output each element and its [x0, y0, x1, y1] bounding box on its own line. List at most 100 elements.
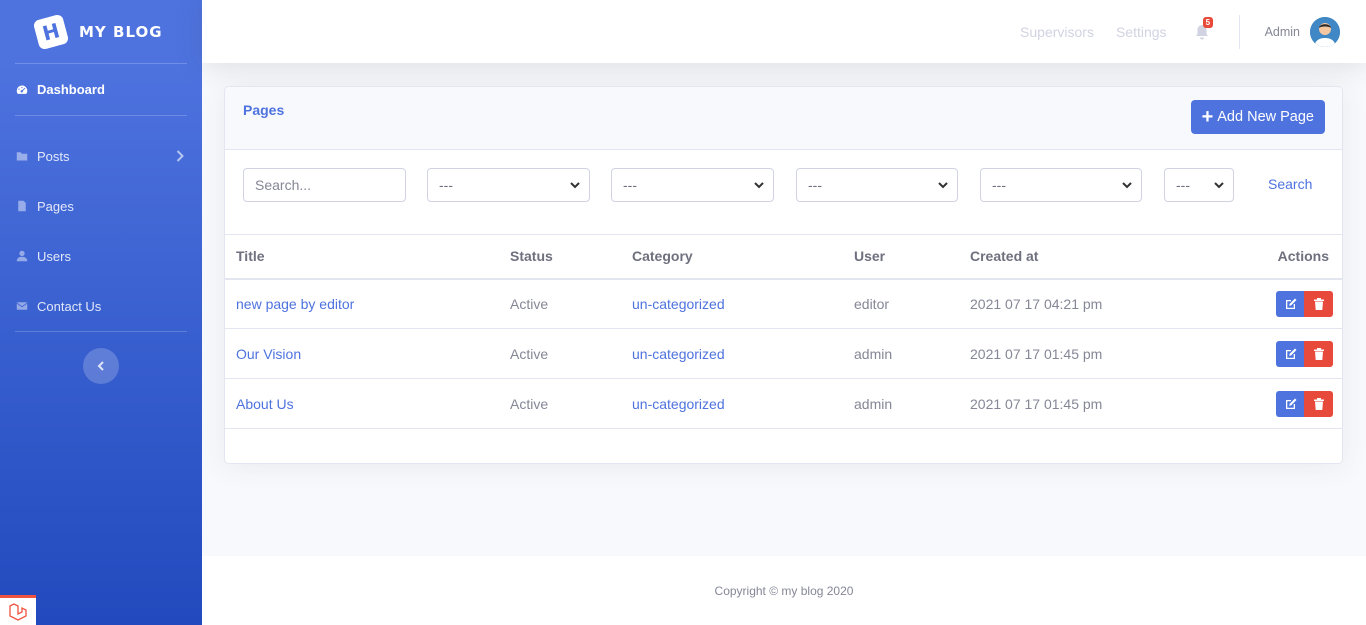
- footer: Copyright © my blog 2020: [202, 556, 1366, 625]
- created-at-cell: 2021 07 17 04:21 pm: [959, 278, 1159, 329]
- created-at-cell: 2021 07 17 01:45 pm: [959, 378, 1159, 429]
- category-link[interactable]: un-categorized: [621, 378, 843, 429]
- filter-select-value: ---: [623, 177, 637, 193]
- file-icon: [18, 200, 26, 212]
- table-row: Our Vision Active un-categorized admin 2…: [225, 328, 1342, 379]
- chevron-right-icon: [176, 150, 184, 162]
- trash-icon: [1313, 347, 1324, 360]
- chevron-down-icon: [1122, 182, 1132, 189]
- delete-button[interactable]: [1304, 340, 1333, 367]
- status-cell: Active: [499, 328, 621, 379]
- sidebar: H MY BLOG Dashboard Posts Pages Users Co…: [0, 0, 202, 625]
- status-cell: Active: [499, 278, 621, 329]
- page-title-link[interactable]: new page by editor: [225, 278, 499, 329]
- actions-cell: [1159, 328, 1342, 379]
- filter-select-value: ---: [992, 177, 1006, 193]
- add-new-page-label: Add New Page: [1217, 109, 1314, 125]
- trash-icon: [1313, 397, 1324, 410]
- chevron-down-icon: [938, 182, 948, 189]
- column-header-category[interactable]: Category: [621, 234, 843, 280]
- sidebar-item-label: Users: [37, 248, 71, 264]
- pages-card: Pages + Add New Page Search... --- --- -…: [224, 86, 1343, 464]
- filter-select-5[interactable]: ---: [1164, 168, 1234, 202]
- page-title-link[interactable]: About Us: [225, 378, 499, 429]
- delete-button[interactable]: [1304, 390, 1333, 417]
- chevron-down-icon: [570, 182, 580, 189]
- edit-icon: [1285, 398, 1296, 409]
- actions-cell: [1159, 278, 1342, 329]
- column-header-created-at[interactable]: Created at: [959, 234, 1159, 280]
- topbar-divider: [1238, 14, 1240, 49]
- category-link[interactable]: un-categorized: [621, 328, 843, 379]
- brand[interactable]: H MY BLOG: [0, 0, 202, 63]
- nav-settings-link[interactable]: Settings: [1116, 24, 1167, 40]
- sidebar-item-label: Dashboard: [37, 82, 105, 97]
- sidebar-item-pages[interactable]: Pages: [0, 181, 202, 231]
- table-header-row: Title Status Category User Created at Ac…: [225, 234, 1342, 280]
- tachometer-icon: [16, 85, 28, 94]
- plus-icon: +: [1201, 106, 1214, 128]
- edit-icon: [1285, 298, 1296, 309]
- user-icon: [16, 250, 28, 262]
- page-title-link[interactable]: Our Vision: [225, 328, 499, 379]
- user-name[interactable]: Admin: [1265, 25, 1300, 39]
- table-row: About Us Active un-categorized admin 202…: [225, 378, 1342, 429]
- filter-bar: Search... --- --- --- --- --- Search: [243, 168, 1342, 202]
- user-cell: editor: [843, 278, 959, 329]
- notification-count-badge: 5: [1202, 16, 1214, 28]
- trash-icon: [1313, 297, 1324, 310]
- sidebar-item-posts[interactable]: Posts: [0, 131, 202, 181]
- sidebar-item-contact-us[interactable]: Contact Us: [0, 281, 202, 331]
- column-header-title[interactable]: Title: [225, 234, 499, 280]
- delete-button[interactable]: [1304, 290, 1333, 317]
- search-button[interactable]: Search: [1268, 176, 1312, 192]
- chevron-down-icon: [1214, 182, 1224, 189]
- avatar-image: [1310, 16, 1340, 47]
- filter-select-1[interactable]: ---: [427, 168, 590, 202]
- nav-supervisors-link[interactable]: Supervisors: [1020, 24, 1094, 40]
- card-header: Pages + Add New Page: [225, 87, 1342, 150]
- column-header-actions: Actions: [1159, 234, 1342, 280]
- edit-button[interactable]: [1276, 390, 1305, 417]
- edit-button[interactable]: [1276, 340, 1305, 367]
- avatar[interactable]: [1310, 16, 1340, 47]
- created-at-cell: 2021 07 17 01:45 pm: [959, 328, 1159, 379]
- sidebar-toggle-button[interactable]: [83, 348, 119, 384]
- column-header-user[interactable]: User: [843, 234, 959, 280]
- sidebar-item-dashboard[interactable]: Dashboard: [0, 64, 202, 115]
- laravel-icon: [9, 602, 27, 621]
- filter-select-2[interactable]: ---: [611, 168, 774, 202]
- envelope-icon: [16, 302, 28, 310]
- sidebar-divider: [15, 331, 187, 332]
- pages-table: Title Status Category User Created at Ac…: [225, 234, 1342, 429]
- page-title: Pages: [243, 102, 285, 118]
- topbar: Supervisors Settings 5 Admin: [202, 0, 1366, 63]
- table-row: new page by editor Active un-categorized…: [225, 278, 1342, 329]
- filter-select-4[interactable]: ---: [980, 168, 1142, 202]
- edit-button[interactable]: [1276, 290, 1305, 317]
- edit-icon: [1285, 348, 1296, 359]
- filter-select-value: ---: [808, 177, 822, 193]
- filter-select-value: ---: [1176, 177, 1190, 193]
- brand-logo: H: [32, 13, 70, 50]
- chevron-left-icon: [97, 361, 104, 371]
- laravel-debugbar-icon[interactable]: [0, 595, 36, 625]
- copyright-text: Copyright © my blog 2020: [714, 583, 854, 598]
- chevron-down-icon: [754, 182, 764, 189]
- search-input[interactable]: Search...: [243, 168, 406, 202]
- user-cell: admin: [843, 328, 959, 379]
- status-cell: Active: [499, 378, 621, 429]
- sidebar-item-label: Pages: [37, 198, 74, 214]
- category-link[interactable]: un-categorized: [621, 278, 843, 329]
- sidebar-item-users[interactable]: Users: [0, 231, 202, 281]
- user-cell: admin: [843, 378, 959, 429]
- sidebar-item-label: Contact Us: [37, 298, 102, 314]
- folder-icon: [16, 152, 28, 161]
- filter-select-3[interactable]: ---: [796, 168, 958, 202]
- brand-name: MY BLOG: [79, 22, 163, 41]
- add-new-page-button[interactable]: + Add New Page: [1190, 100, 1325, 134]
- filter-select-value: ---: [439, 177, 453, 193]
- column-header-status[interactable]: Status: [499, 234, 621, 280]
- sidebar-item-label: Posts: [37, 148, 70, 164]
- notifications-button[interactable]: 5: [1195, 16, 1214, 40]
